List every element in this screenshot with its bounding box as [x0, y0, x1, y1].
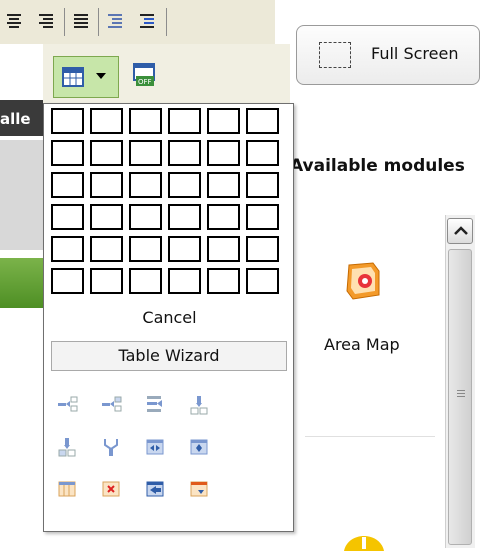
- grid-cell[interactable]: [90, 268, 123, 294]
- grid-cell[interactable]: [51, 172, 84, 198]
- full-screen-label: Full Screen: [371, 44, 459, 63]
- grid-cell[interactable]: [207, 204, 240, 230]
- table-settings-icon[interactable]: [188, 478, 210, 500]
- table-button[interactable]: [53, 56, 119, 98]
- insert-column-after-icon[interactable]: [144, 394, 166, 416]
- grid-cell[interactable]: [246, 108, 279, 134]
- grid-cell[interactable]: [168, 172, 201, 198]
- sidebar-active-item[interactable]: [0, 258, 43, 308]
- chevron-up-icon: [454, 226, 468, 235]
- grid-cell[interactable]: [168, 236, 201, 262]
- grid-cell[interactable]: [90, 140, 123, 166]
- grid-cell[interactable]: [246, 268, 279, 294]
- merge-cells-icon[interactable]: [100, 436, 122, 458]
- grid-cell[interactable]: [90, 108, 123, 134]
- toolbar-separator: [98, 8, 99, 36]
- grid-cell[interactable]: [129, 140, 162, 166]
- scroll-up-button[interactable]: [447, 218, 473, 244]
- grid-cell[interactable]: [168, 204, 201, 230]
- grid-cell[interactable]: [51, 108, 84, 134]
- module-area-map-label[interactable]: Area Map: [324, 335, 400, 354]
- delete-table-icon[interactable]: [100, 478, 122, 500]
- grid-cell[interactable]: [90, 172, 123, 198]
- sidebar-partial-label: alle: [0, 110, 31, 128]
- warning-icon: [344, 536, 384, 551]
- insert-cell-icon[interactable]: [56, 436, 78, 458]
- grid-cell[interactable]: [246, 236, 279, 262]
- grid-cell[interactable]: [51, 236, 84, 262]
- sidebar-section: [0, 140, 43, 250]
- area-map-icon[interactable]: [343, 261, 383, 301]
- insert-row-before-icon[interactable]: [56, 394, 78, 416]
- grid-cell[interactable]: [51, 268, 84, 294]
- fullscreen-icon: [319, 42, 351, 68]
- grid-cell[interactable]: [207, 172, 240, 198]
- row-properties-icon[interactable]: [56, 478, 78, 500]
- cell-properties-icon[interactable]: [188, 436, 210, 458]
- align-justify-icon[interactable]: [72, 14, 90, 30]
- table-icon: [62, 67, 84, 87]
- scroll-thumb[interactable]: [448, 249, 472, 545]
- grid-cell[interactable]: [51, 140, 84, 166]
- toolbar-separator: [64, 8, 65, 36]
- grid-cell[interactable]: [207, 268, 240, 294]
- grid-cell[interactable]: [246, 204, 279, 230]
- grid-cell[interactable]: [90, 204, 123, 230]
- grid-cell[interactable]: [207, 236, 240, 262]
- dropdown-arrow-icon: [96, 73, 106, 79]
- table-wizard-button[interactable]: Table Wizard: [51, 341, 287, 371]
- cancel-button[interactable]: Cancel: [44, 308, 295, 327]
- grid-cell[interactable]: [207, 108, 240, 134]
- split-cells-icon[interactable]: [144, 436, 166, 458]
- module-divider: [305, 436, 435, 437]
- align-right-icon[interactable]: [37, 14, 55, 30]
- grid-cell[interactable]: [129, 108, 162, 134]
- grid-cell[interactable]: [129, 172, 162, 198]
- grid-cell[interactable]: [129, 236, 162, 262]
- formatting-toolbar: [0, 0, 275, 45]
- svg-text:OFF: OFF: [138, 78, 152, 86]
- grid-cell[interactable]: [129, 204, 162, 230]
- delete-cell-icon[interactable]: [144, 478, 166, 500]
- insert-column-before-icon[interactable]: [188, 394, 210, 416]
- available-modules-heading: Available modules: [290, 156, 465, 176]
- modules-scrollbar[interactable]: [445, 215, 475, 548]
- insert-row-after-icon[interactable]: [100, 394, 122, 416]
- decrease-indent-icon[interactable]: [106, 14, 124, 30]
- insert-table-popup: Cancel Table Wizard: [43, 103, 294, 532]
- grid-cell[interactable]: [129, 268, 162, 294]
- grid-cell[interactable]: [207, 140, 240, 166]
- grid-cell[interactable]: [90, 236, 123, 262]
- full-screen-button[interactable]: Full Screen: [296, 25, 480, 85]
- grid-cell[interactable]: [246, 172, 279, 198]
- grid-cell[interactable]: [168, 108, 201, 134]
- align-center-icon[interactable]: [5, 14, 23, 30]
- grid-cell[interactable]: [51, 204, 84, 230]
- toolbar-separator: [166, 8, 167, 36]
- table-properties-icon[interactable]: OFF: [132, 62, 158, 90]
- sidebar-header: alle: [0, 100, 43, 136]
- grid-cell[interactable]: [168, 140, 201, 166]
- grid-cell[interactable]: [168, 268, 201, 294]
- increase-indent-icon[interactable]: [138, 14, 156, 30]
- grid-cell[interactable]: [246, 140, 279, 166]
